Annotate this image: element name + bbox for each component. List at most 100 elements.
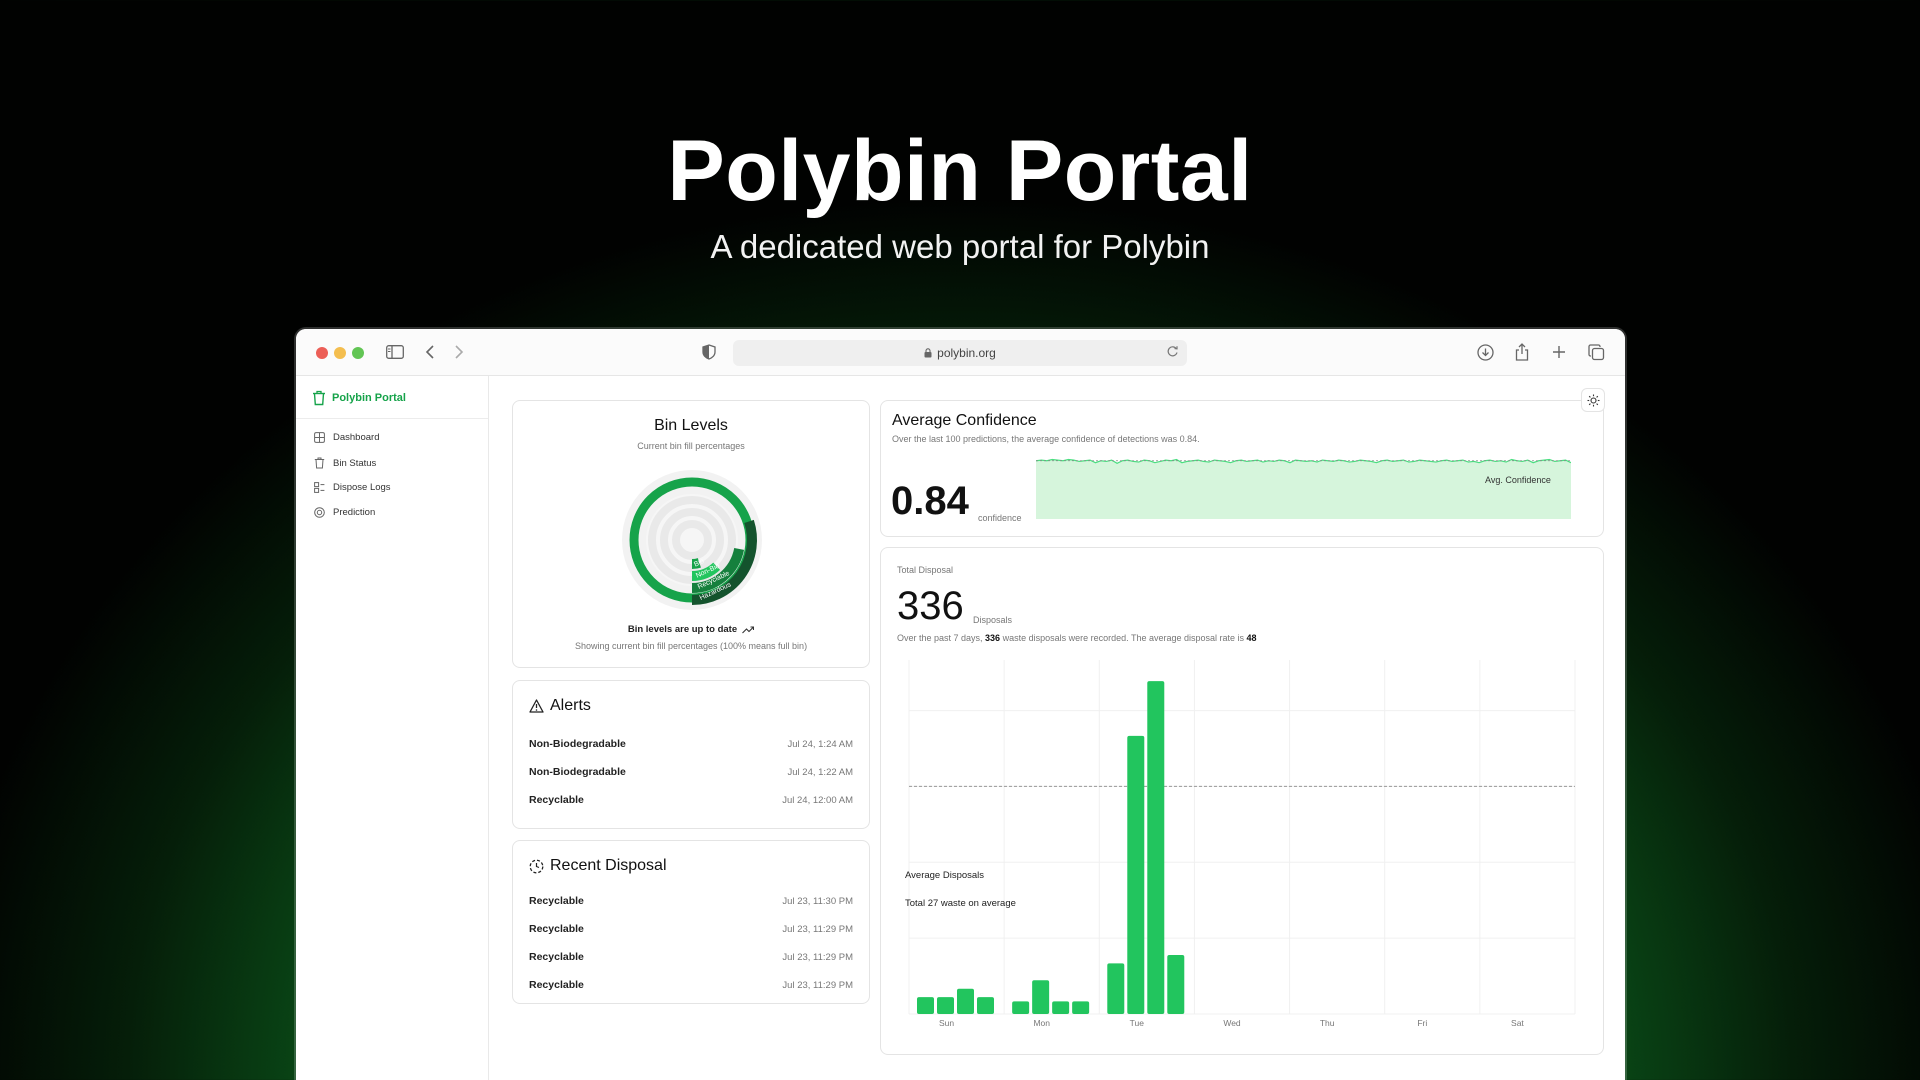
list-item[interactable]: Non-Biodegradable Jul 24, 1:22 AM — [529, 766, 853, 778]
list-item[interactable]: Recyclable Jul 23, 11:29 PM — [529, 951, 853, 963]
new-tab-icon[interactable] — [1546, 339, 1572, 365]
address-bar[interactable]: polybin.org — [733, 340, 1187, 366]
lock-icon — [924, 348, 932, 358]
grid-icon — [314, 432, 325, 443]
x-tick-label: Sun — [939, 1018, 954, 1028]
bin-levels-radial-chart: BioNon-BioRecyclableHazardous — [622, 470, 762, 610]
hero-subtitle: A dedicated web portal for Polybin — [710, 228, 1210, 265]
total-disposal-summary: Over the past 7 days, 336 waste disposal… — [897, 633, 1257, 643]
share-icon[interactable] — [1509, 339, 1535, 365]
sidebar-item-dispose-logs[interactable]: Dispose Logs — [314, 482, 391, 493]
forward-icon[interactable] — [446, 339, 472, 365]
average-disposals-label: Average Disposals — [905, 870, 985, 881]
confidence-unit: confidence — [978, 513, 1022, 523]
shield-icon[interactable] — [696, 339, 722, 365]
disposal-bar[interactable] — [1052, 1001, 1070, 1014]
warning-icon — [529, 699, 544, 713]
list-item[interactable]: Recyclable Jul 23, 11:29 PM — [529, 979, 853, 991]
confidence-value: 0.84 — [891, 479, 969, 523]
url-text: polybin.org — [937, 346, 996, 360]
disposal-name: Recyclable — [529, 923, 584, 935]
brand-label: Polybin Portal — [332, 392, 406, 404]
alert-time: Jul 24, 12:00 AM — [782, 794, 853, 806]
total-disposal-card: Total Disposal 336 Disposals Over the pa… — [880, 547, 1604, 1055]
sidebar: Polybin Portal Dashboard Bin Status Disp… — [296, 376, 489, 1080]
disposal-name: Recyclable — [529, 951, 584, 963]
sidebar-item-bin-status[interactable]: Bin Status — [314, 457, 376, 469]
disposal-bar[interactable] — [1167, 955, 1185, 1014]
browser-window: polybin.org Polybin Portal Dashboard Bin… — [296, 329, 1625, 1080]
disposal-bar[interactable] — [917, 997, 934, 1014]
disposal-bar[interactable] — [1032, 980, 1050, 1014]
total-disposal-unit: Disposals — [973, 615, 1013, 625]
disposal-bar[interactable] — [977, 997, 994, 1014]
tabs-overview-icon[interactable] — [1583, 339, 1609, 365]
alert-name: Non-Biodegradable — [529, 766, 626, 778]
average-confidence-card: Average Confidence Over the last 100 pre… — [880, 400, 1604, 537]
alert-name: Recyclable — [529, 794, 584, 806]
theme-toggle-button[interactable] — [1581, 388, 1605, 412]
browser-toolbar: polybin.org — [296, 329, 1625, 376]
disposal-bar[interactable] — [1127, 735, 1145, 1014]
sidebar-divider — [296, 418, 488, 419]
sidebar-item-dashboard[interactable]: Dashboard — [314, 432, 379, 443]
recent-disposal-card: Recent Disposal Recyclable Jul 23, 11:30… — [512, 840, 870, 1004]
alerts-title: Alerts — [550, 697, 591, 714]
x-tick-label: Mon — [1033, 1018, 1050, 1028]
list-item[interactable]: Non-Biodegradable Jul 24, 1:24 AM — [529, 738, 853, 750]
bin-levels-subtitle: Current bin fill percentages — [637, 441, 745, 451]
target-icon — [314, 507, 325, 518]
bin-status-line: Bin levels are up to date — [513, 624, 869, 635]
alerts-card: Alerts Non-Biodegradable Jul 24, 1:24 AM… — [512, 680, 870, 829]
maximize-window-button[interactable] — [352, 347, 364, 359]
bin-levels-title: Bin Levels — [654, 417, 728, 434]
confidence-area-chart — [1036, 458, 1571, 519]
total-disposal-value: 336 — [897, 584, 964, 628]
disposal-bar[interactable] — [1072, 1001, 1090, 1014]
disposal-name: Recyclable — [529, 895, 584, 907]
trash-icon — [314, 457, 325, 469]
reload-icon[interactable] — [1166, 345, 1179, 361]
list-item[interactable]: Recyclable Jul 23, 11:30 PM — [529, 895, 853, 907]
back-icon[interactable] — [417, 339, 443, 365]
disposal-bar[interactable] — [957, 988, 974, 1014]
average-confidence-title: Average Confidence — [892, 412, 1037, 429]
sidebar-item-label: Bin Status — [333, 457, 377, 469]
brand-link[interactable]: Polybin Portal — [312, 390, 406, 406]
average-disposals-sub: Total 27 waste on average — [905, 898, 1016, 909]
alert-time: Jul 24, 1:24 AM — [787, 738, 853, 750]
hero-title: Polybin Portal — [667, 123, 1253, 219]
summary-prefix: Over the past 7 days, — [897, 633, 986, 643]
x-tick-label: Sat — [1511, 1018, 1524, 1028]
disposal-bar[interactable] — [1147, 681, 1165, 1014]
minimize-window-button[interactable] — [334, 347, 346, 359]
bin-status-text: Bin levels are up to date — [627, 624, 738, 635]
sidebar-item-label: Dashboard — [333, 432, 380, 443]
x-tick-label: Wed — [1223, 1018, 1241, 1028]
trending-up-icon — [742, 625, 755, 633]
bin-levels-card: Bin Levels Current bin fill percentages … — [512, 400, 870, 668]
disposal-time: Jul 23, 11:29 PM — [782, 923, 853, 935]
list-item[interactable]: Recyclable Jul 23, 11:29 PM — [529, 923, 853, 935]
disposal-time: Jul 23, 11:29 PM — [782, 979, 853, 991]
close-window-button[interactable] — [316, 347, 328, 359]
sidebar-item-label: Prediction — [333, 507, 376, 518]
x-tick-label: Thu — [1320, 1018, 1335, 1028]
sidebar-item-prediction[interactable]: Prediction — [314, 507, 375, 518]
trash-icon — [313, 390, 325, 406]
disposal-bar[interactable] — [937, 997, 954, 1014]
download-icon[interactable] — [1472, 339, 1498, 365]
sidebar-item-label: Dispose Logs — [333, 482, 391, 493]
total-disposal-label: Total Disposal — [897, 565, 954, 575]
sidebar-toggle-icon[interactable] — [382, 339, 408, 365]
disposal-name: Recyclable — [529, 979, 584, 991]
disposal-bar[interactable] — [1107, 963, 1125, 1014]
bin-levels-note: Showing current bin fill percentages (10… — [574, 641, 808, 651]
disposal-bar[interactable] — [1012, 1001, 1030, 1014]
alert-name: Non-Biodegradable — [529, 738, 626, 750]
disposal-time: Jul 23, 11:29 PM — [782, 951, 853, 963]
logs-icon — [314, 482, 325, 493]
disposal-bar-chart: Sun Mon Tue Wed Thu Fri Sat — [908, 660, 1576, 1028]
clock-dashed-icon — [529, 859, 544, 873]
list-item[interactable]: Recyclable Jul 24, 12:00 AM — [529, 794, 853, 806]
